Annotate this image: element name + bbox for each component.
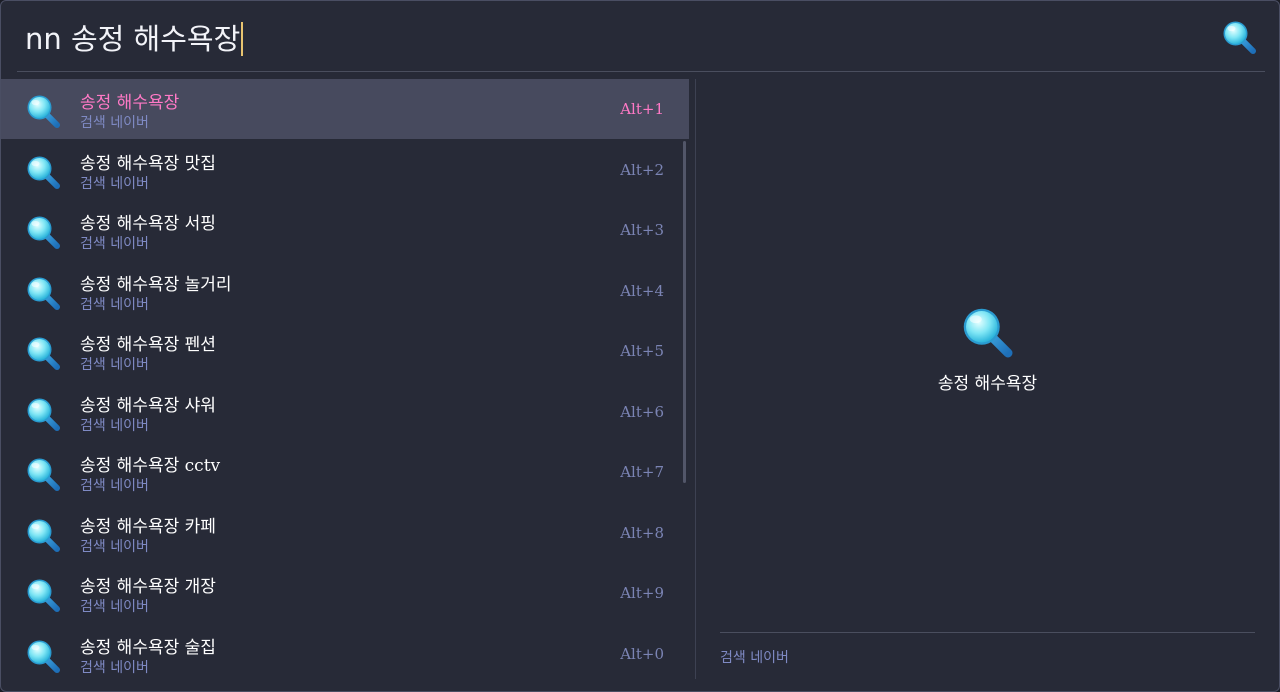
result-subtitle: 검색 네이버 — [80, 175, 149, 192]
result-subtitle: 검색 네이버 — [80, 659, 149, 676]
result-item[interactable]: 송정 해수욕장 펜션검색 네이버 Alt+5 — [1, 321, 689, 381]
result-title: 송정 해수욕장 펜션 — [80, 335, 216, 355]
search-icon — [25, 396, 61, 432]
launcher-window: nn 송정 해수욕장 송정 해수욕장 검색 네이버 Alt+1 송정 해수욕장 맛집 검… — [0, 0, 1280, 692]
result-shortcut: Alt+1 — [620, 100, 664, 118]
result-title: 송정 해수욕장 놀거리 — [80, 274, 232, 295]
search-bar[interactable]: nn 송정 해수욕장 — [17, 1, 1265, 72]
result-shortcut: Alt+5 — [620, 342, 664, 360]
result-item[interactable]: 송정 해수욕장 cctv 검색 네이버 Alt+7 — [1, 442, 689, 502]
result-item[interactable]: 송정 해수욕장 서핑검색 네이버 Alt+3 — [1, 200, 689, 260]
search-icon — [25, 577, 61, 613]
result-title: 송정 해수욕장 개장 — [80, 577, 216, 597]
result-shortcut: Alt+4 — [620, 281, 664, 300]
result-subtitle: 검색 네이버 — [80, 115, 149, 131]
search-input[interactable]: nn 송정 해수욕장 — [25, 19, 244, 59]
search-icon — [25, 154, 61, 190]
search-icon[interactable] — [1221, 19, 1257, 55]
preview-title: 송정 해수욕장 — [937, 374, 1038, 394]
result-item[interactable]: 송정 해수욕장 술집 검색 네이버 Alt+0 — [1, 624, 689, 684]
result-shortcut: Alt+2 — [620, 160, 664, 179]
result-shortcut: Alt+9 — [620, 584, 664, 602]
result-item[interactable]: 송정 해수욕장 개장검색 네이버 Alt+9 — [1, 563, 689, 623]
text-caret — [241, 22, 244, 56]
result-shortcut: Alt+3 — [620, 221, 664, 239]
result-title: 송정 해수욕장 맛집 — [80, 153, 216, 174]
result-subtitle: 검색 네이버 — [80, 599, 149, 615]
result-shortcut: Alt+8 — [620, 523, 664, 542]
result-subtitle: 검색 네이버 — [80, 357, 149, 373]
results-scrollbar[interactable] — [683, 141, 686, 483]
preview-pane: 송정 해수욕장 검색 네이버 — [696, 79, 1279, 691]
preview-divider — [720, 632, 1255, 633]
result-title: 송정 해수욕장 — [80, 93, 180, 113]
search-icon — [25, 456, 61, 492]
results-list: 송정 해수욕장 검색 네이버 Alt+1 송정 해수욕장 맛집 검색 네이버 Alt+2 송… — [1, 79, 689, 691]
preview-footer: 검색 네이버 — [720, 650, 789, 666]
search-icon — [25, 335, 61, 371]
result-title: 송정 해수욕장 cctv — [80, 456, 221, 476]
search-icon — [25, 638, 61, 674]
result-title: 송정 해수욕장 술집 — [80, 637, 216, 658]
result-subtitle: 검색 네이버 — [80, 478, 149, 494]
result-item[interactable]: 송정 해수욕장 카페 검색 네이버 Alt+8 — [1, 503, 689, 563]
search-icon — [25, 517, 61, 553]
result-subtitle: 검색 네이버 — [80, 296, 149, 313]
result-subtitle: 검색 네이버 — [80, 236, 149, 252]
result-subtitle: 검색 네이버 — [80, 417, 149, 434]
search-icon — [25, 214, 61, 250]
result-item[interactable]: 송정 해수욕장 놀거리 검색 네이버 Alt+4 — [1, 261, 689, 321]
result-shortcut: Alt+7 — [620, 463, 664, 481]
result-title: 송정 해수욕장 서핑 — [80, 214, 216, 234]
search-icon — [25, 93, 61, 129]
preview-search-icon — [960, 305, 1014, 359]
result-title: 송정 해수욕장 샤워 — [80, 395, 216, 416]
result-subtitle: 검색 네이버 — [80, 538, 149, 555]
result-title: 송정 해수욕장 카페 — [80, 516, 216, 537]
result-item[interactable]: 송정 해수욕장 샤워 검색 네이버 Alt+6 — [1, 382, 689, 442]
result-item[interactable]: 송정 해수욕장 맛집 검색 네이버 Alt+2 — [1, 140, 689, 200]
result-item[interactable]: 송정 해수욕장검색 네이버 Alt+1 — [1, 79, 689, 139]
search-icon — [25, 275, 61, 311]
result-shortcut: Alt+6 — [620, 402, 664, 421]
result-shortcut: Alt+0 — [620, 644, 664, 663]
search-query-text: nn 송정 해수욕장 — [25, 22, 241, 56]
